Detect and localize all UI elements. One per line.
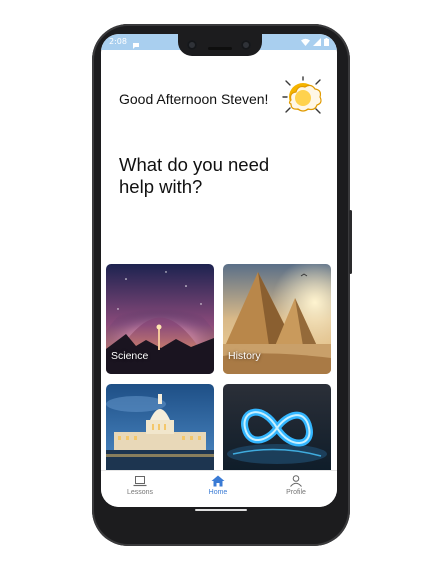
nav-lessons[interactable]: Lessons xyxy=(110,475,170,496)
phone-power-button xyxy=(349,210,352,274)
front-camera-left xyxy=(187,40,197,50)
category-card-government[interactable] xyxy=(106,384,214,470)
home-icon xyxy=(211,475,225,487)
laptop-icon xyxy=(133,476,147,487)
capitol-building-image xyxy=(106,384,214,470)
signal-icon xyxy=(313,38,321,46)
category-card-science[interactable]: Science xyxy=(106,264,214,374)
status-icons xyxy=(301,38,329,46)
category-label: History xyxy=(228,350,261,362)
nav-profile-label: Profile xyxy=(286,489,306,496)
greeting-text: Good Afternoon Steven! xyxy=(119,91,269,107)
help-prompt: What do you need help with? xyxy=(119,154,270,197)
nav-profile[interactable]: Profile xyxy=(266,475,326,496)
wifi-icon xyxy=(301,38,310,46)
nav-lessons-label: Lessons xyxy=(126,489,154,496)
camera-notch xyxy=(178,34,262,56)
category-card-history[interactable]: History xyxy=(223,264,331,374)
status-time: 2:08 xyxy=(109,37,127,46)
earpiece xyxy=(208,47,232,50)
infinity-loop-image xyxy=(223,384,331,470)
bottom-navigation: Lessons Home Profile xyxy=(101,470,337,507)
category-label: Science xyxy=(111,350,149,362)
nav-home[interactable]: Home xyxy=(188,475,248,496)
category-card-technology[interactable] xyxy=(223,384,331,470)
person-icon xyxy=(290,475,302,487)
front-camera-right xyxy=(241,40,251,50)
nav-home-label: Home xyxy=(208,489,228,496)
message-notification-icon xyxy=(132,37,140,55)
sun-cloud-icon xyxy=(280,75,326,124)
battery-icon xyxy=(324,38,329,46)
home-indicator xyxy=(195,509,247,511)
app-screen: 2:08 Good Afternoon Steven! What do you … xyxy=(101,34,337,507)
